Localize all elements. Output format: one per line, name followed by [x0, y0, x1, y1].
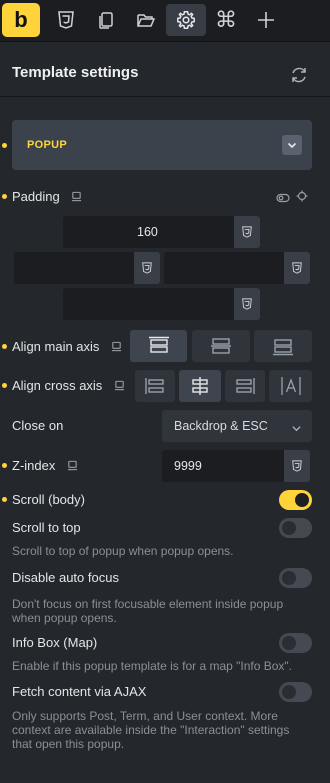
padding-top-value: 160: [137, 225, 158, 239]
command-icon[interactable]: ⌘: [206, 4, 246, 36]
link-toggle-icon[interactable]: [276, 190, 290, 208]
changed-indicator-dot: [2, 143, 7, 148]
close-on-value: Backdrop & ESC: [174, 419, 268, 433]
responsive-desktop-icon[interactable]: [114, 379, 125, 394]
responsive-desktop-icon[interactable]: [71, 190, 82, 205]
changed-indicator-dot: [2, 383, 7, 388]
fetch-ajax-description: Only supports Post, Term, and User conte…: [12, 709, 290, 751]
css3-unit-icon[interactable]: [134, 252, 160, 284]
header-divider: [0, 96, 330, 97]
disable-auto-focus-description: Don't focus on first focusable element i…: [12, 597, 284, 625]
plus-icon[interactable]: [246, 4, 286, 36]
toggle-knob: [282, 685, 296, 699]
padding-label: Padding: [12, 189, 82, 205]
scroll-to-top-toggle[interactable]: [279, 518, 312, 538]
padding-right-input[interactable]: [164, 252, 310, 284]
builder-logo-button[interactable]: b: [2, 3, 40, 37]
z-index-input[interactable]: 9999: [162, 450, 310, 482]
info-box-description: Enable if this popup template is for a m…: [12, 659, 293, 673]
fetch-ajax-toggle[interactable]: [279, 682, 312, 702]
disable-auto-focus-label: Disable auto focus: [12, 570, 119, 585]
css3-icon[interactable]: [46, 4, 86, 36]
copy-icon[interactable]: [86, 4, 126, 36]
css3-unit-icon[interactable]: [234, 288, 260, 320]
info-box-toggle[interactable]: [279, 633, 312, 653]
align-main-start-button[interactable]: [130, 330, 187, 362]
popup-group-header[interactable]: POPUP: [12, 120, 312, 170]
toggle-knob: [282, 521, 296, 535]
responsive-desktop-icon[interactable]: [111, 340, 122, 355]
popup-group-label: POPUP: [27, 139, 68, 151]
changed-indicator-dot: [2, 497, 7, 502]
chevron-down-icon[interactable]: [282, 135, 302, 155]
scroll-body-toggle[interactable]: [279, 490, 312, 510]
info-box-label: Info Box (Map): [12, 635, 98, 650]
top-toolbar: b ⌘: [0, 0, 330, 42]
align-cross-axis-label-text: Align cross axis: [12, 378, 103, 393]
scroll-body-label: Scroll (body): [12, 492, 85, 507]
align-main-end-button[interactable]: [254, 330, 312, 362]
refresh-icon[interactable]: [288, 64, 310, 86]
align-cross-center-button[interactable]: [179, 370, 221, 402]
responsive-desktop-icon[interactable]: [67, 459, 78, 474]
changed-indicator-dot: [2, 463, 7, 468]
chevron-down-icon: [291, 421, 302, 439]
padding-left-input[interactable]: [14, 252, 160, 284]
panel-title: Template settings: [12, 64, 139, 81]
disable-auto-focus-toggle[interactable]: [279, 568, 312, 588]
align-cross-axis-label: Align cross axis: [12, 378, 125, 394]
close-on-select[interactable]: Backdrop & ESC: [162, 410, 312, 442]
align-main-center-button[interactable]: [192, 330, 250, 362]
crosshair-icon[interactable]: [296, 189, 308, 207]
padding-top-input[interactable]: 160: [63, 216, 260, 248]
gear-icon[interactable]: [166, 4, 206, 36]
padding-label-text: Padding: [12, 189, 60, 204]
css3-unit-icon[interactable]: [284, 252, 310, 284]
folder-open-icon[interactable]: [126, 4, 166, 36]
css3-unit-icon[interactable]: [284, 450, 310, 482]
align-cross-start-button[interactable]: [135, 370, 175, 402]
z-index-label: Z-index: [12, 458, 78, 474]
padding-bottom-input[interactable]: [63, 288, 260, 320]
scroll-to-top-label: Scroll to top: [12, 520, 81, 535]
changed-indicator-dot: [2, 344, 7, 349]
scroll-to-top-description: Scroll to top of popup when popup opens.: [12, 544, 234, 558]
toggle-knob: [282, 636, 296, 650]
toggle-knob: [295, 493, 309, 507]
css3-unit-icon[interactable]: [234, 216, 260, 248]
align-main-axis-label-text: Align main axis: [12, 339, 100, 354]
close-on-label: Close on: [12, 418, 64, 433]
align-cross-stretch-button[interactable]: [269, 370, 312, 402]
align-main-axis-label: Align main axis: [12, 339, 122, 355]
z-index-label-text: Z-index: [12, 458, 56, 473]
align-cross-end-button[interactable]: [225, 370, 265, 402]
fetch-ajax-label: Fetch content via AJAX: [12, 684, 147, 699]
z-index-value: 9999: [174, 459, 202, 473]
changed-indicator-dot: [2, 194, 7, 199]
toggle-knob: [282, 571, 296, 585]
